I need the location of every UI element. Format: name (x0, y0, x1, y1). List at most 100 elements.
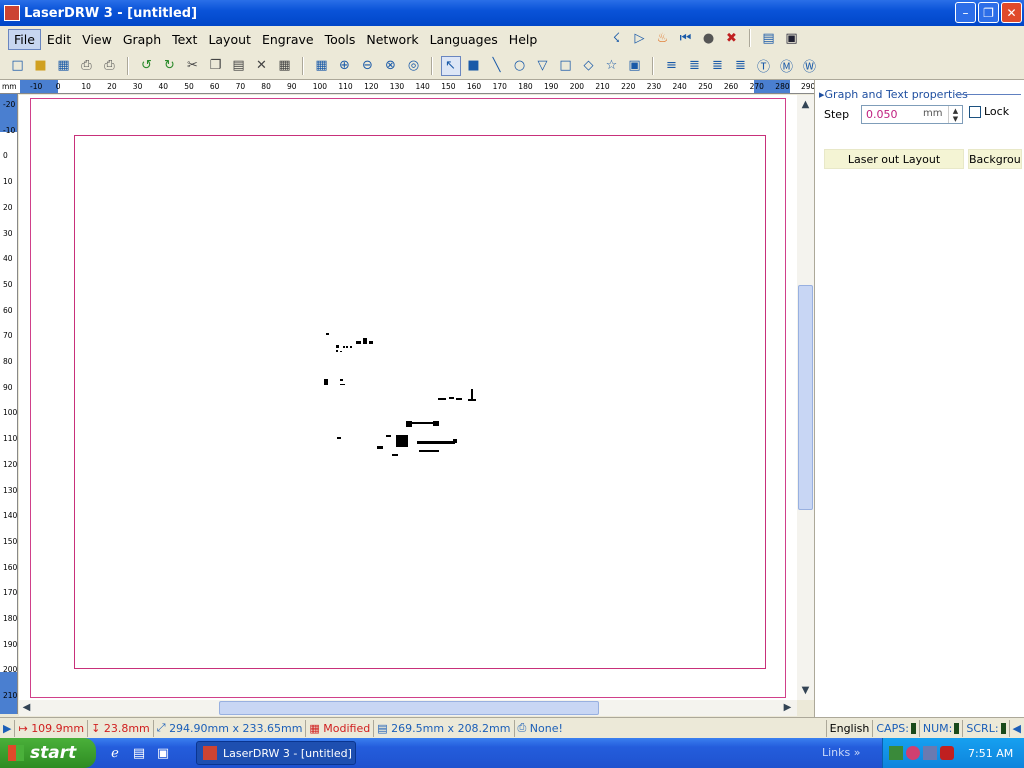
vertical-ruler: -20 -10 0 10 20 30 40 50 60 70 80 90 100 110 120 130 140… (0, 94, 18, 714)
rectangle-icon[interactable]: ■ (464, 56, 484, 76)
status-caps: CAPS: (873, 719, 920, 737)
star-icon[interactable]: ☆ (602, 56, 622, 76)
show-desktop-icon[interactable]: ▣ (154, 744, 172, 762)
ruler-tick: 190 (544, 82, 559, 91)
lock-checkbox[interactable] (969, 106, 981, 118)
menu-layout[interactable]: Layout (203, 30, 256, 49)
delete-icon[interactable]: ✕ (252, 56, 272, 76)
delete-task-icon[interactable]: ✖ (722, 28, 742, 48)
menu-graph[interactable]: Graph (118, 30, 166, 49)
ruler-tick: 180 (3, 614, 18, 623)
zoom-out-icon[interactable]: ⊖ (358, 56, 378, 76)
image-icon[interactable]: ▣ (625, 56, 645, 76)
tray-security-icon[interactable] (906, 746, 920, 760)
menu-languages[interactable]: Languages (425, 30, 503, 49)
save-icon[interactable]: ▦ (54, 56, 74, 76)
ruler-tick: 100 (3, 408, 18, 418)
ruler-tick: 260 (723, 82, 739, 91)
scroll-down-icon[interactable]: ▼ (798, 683, 813, 698)
menu-file[interactable]: File (8, 28, 41, 50)
drawing-canvas[interactable] (19, 95, 797, 700)
text-t-icon[interactable]: Ⓣ (754, 56, 774, 76)
flame-icon[interactable]: ♨ (653, 28, 673, 48)
align-middle-icon[interactable]: ≣ (708, 56, 728, 76)
start-button[interactable]: start (0, 738, 96, 768)
menu-tools[interactable]: Tools (320, 30, 361, 49)
restore-button[interactable]: ❐ (978, 2, 999, 23)
menu-edit[interactable]: Edit (42, 30, 76, 49)
status-collapse-icon[interactable]: ◀ (1010, 720, 1024, 737)
triangle-icon[interactable]: ▽ (533, 56, 553, 76)
diamond-icon[interactable]: ◇ (579, 56, 599, 76)
machine-properties-icon[interactable]: ▤ (759, 28, 779, 48)
square-icon[interactable]: □ (556, 56, 576, 76)
new-icon[interactable]: □ (8, 56, 28, 76)
properties-panel: ▸Graph and Text properties Step 0.050 mm… (814, 80, 1024, 717)
copy-icon[interactable]: ❐ (206, 56, 226, 76)
menu-network[interactable]: Network (361, 30, 423, 49)
ellipse-icon[interactable]: ○ (510, 56, 530, 76)
rewind-icon[interactable]: ⏮ (676, 28, 696, 48)
cut-icon[interactable]: ✂ (183, 56, 203, 76)
zoom-fit-icon[interactable]: ⊗ (381, 56, 401, 76)
notepad-icon[interactable]: ▤ (130, 744, 148, 762)
tray-network-icon[interactable] (923, 746, 937, 760)
ruler-tick: 220 (621, 82, 636, 91)
ruler-tick: 210 (595, 82, 610, 91)
select-all-icon[interactable]: ▦ (275, 56, 295, 76)
ruler-tick: 200 (569, 82, 585, 91)
barcode-icon[interactable]: ≡ (662, 56, 682, 76)
status-expand-icon[interactable]: ▶ (0, 719, 16, 737)
minimize-button[interactable]: – (955, 2, 976, 23)
status-size: ⤢ 294.90mm x 233.65mm (154, 719, 307, 737)
line-icon[interactable]: ╲ (487, 56, 507, 76)
laser-icon[interactable]: ☇ (607, 28, 627, 48)
menu-engrave[interactable]: Engrave (257, 30, 319, 49)
undo-icon[interactable]: ↺ (137, 56, 157, 76)
vertical-scroll-thumb[interactable] (798, 285, 813, 510)
zoom-in-icon[interactable]: ⊕ (335, 56, 355, 76)
horizontal-scrollbar[interactable]: ◀ ▶ (19, 700, 797, 716)
scroll-up-icon[interactable]: ▲ (798, 97, 813, 112)
drawing-content[interactable] (311, 329, 511, 469)
step-spinner[interactable]: ▲ ▼ (948, 106, 962, 123)
menu-view[interactable]: View (77, 30, 117, 49)
ruler-tick: 240 (672, 82, 687, 91)
tray-shield-icon[interactable] (940, 746, 954, 760)
print-preview-icon[interactable]: ⎙ (77, 56, 97, 76)
align-bottom-icon[interactable]: ≣ (731, 56, 751, 76)
menu-help[interactable]: Help (504, 30, 543, 49)
links-toolbar[interactable]: Links » (822, 746, 861, 759)
stop-icon[interactable]: ● (699, 28, 719, 48)
ruler-tick: 40 (3, 254, 13, 264)
taskbar-item-laserdrw[interactable]: LaserDRW 3 - [untitled] (196, 741, 356, 765)
laser-out-layout-button[interactable]: Laser out Layout (824, 149, 964, 169)
print-icon[interactable]: ⎙ (100, 56, 120, 76)
tray-app-icon[interactable] (889, 746, 903, 760)
ruler-tick: 200 (3, 665, 18, 675)
grid-icon[interactable]: ▦ (312, 56, 332, 76)
monitor-icon[interactable]: ▣ (782, 28, 802, 48)
redo-icon[interactable]: ↻ (160, 56, 180, 76)
pointer-icon[interactable]: ↖ (440, 55, 461, 76)
start-icon[interactable]: ▷ (630, 28, 650, 48)
ruler-tick: 120 (364, 82, 379, 91)
scroll-left-icon[interactable]: ◀ (19, 700, 34, 715)
vertical-scrollbar[interactable]: ▲ ▼ (797, 95, 814, 700)
close-button[interactable]: ✕ (1001, 2, 1022, 23)
scroll-right-icon[interactable]: ▶ (780, 700, 795, 715)
paste-icon[interactable]: ▤ (229, 56, 249, 76)
zoom-page-icon[interactable]: ◎ (404, 56, 424, 76)
ruler-tick: 10 (3, 177, 13, 187)
background-button[interactable]: Background (968, 149, 1022, 169)
laserdrw-icon (203, 746, 217, 760)
align-top-icon[interactable]: ≣ (685, 56, 705, 76)
horizontal-scroll-thumb[interactable] (219, 701, 599, 715)
open-icon[interactable]: ■ (31, 56, 51, 76)
text-w-icon[interactable]: Ⓦ (800, 56, 820, 76)
internet-explorer-icon[interactable]: ℯ (106, 744, 124, 762)
menu-text[interactable]: Text (167, 30, 202, 49)
ruler-tick: 80 (261, 82, 271, 91)
text-m-icon[interactable]: Ⓜ (777, 56, 797, 76)
engrave-toolbar: ☇ ▷ ♨ ⏮ ● ✖ ▤ ▣ (605, 28, 803, 48)
